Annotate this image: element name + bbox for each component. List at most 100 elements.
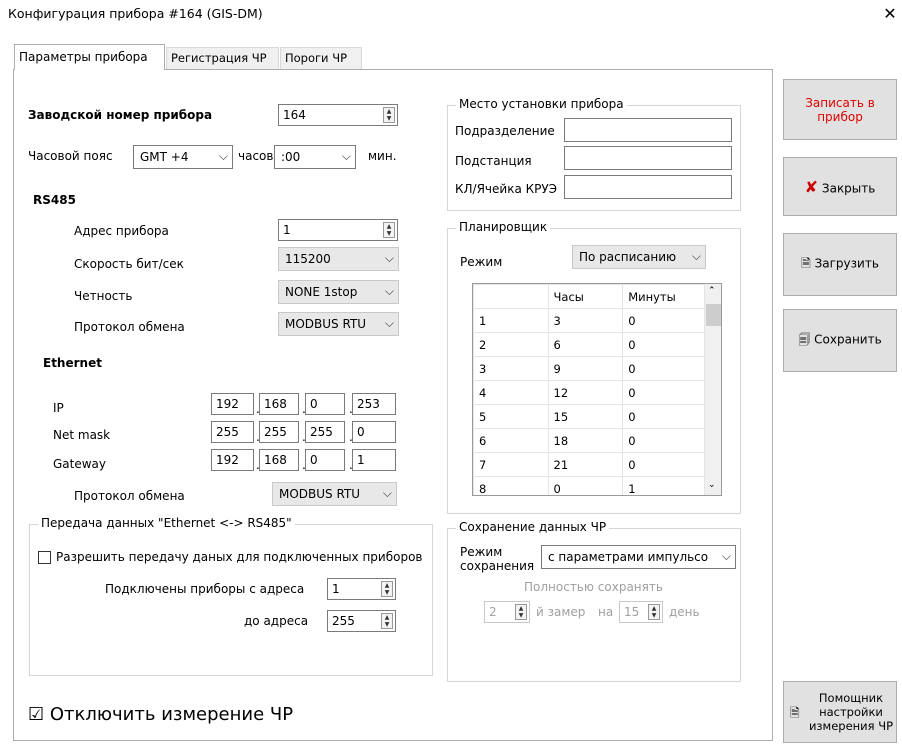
- helper-button[interactable]: 🗎 Помощник настройки измерения ЧР: [783, 681, 897, 743]
- chevron-down-icon: ⌵: [341, 149, 351, 163]
- mask-octet-1[interactable]: 255: [211, 421, 254, 443]
- window-title: Конфигурация прибора #164 (GIS-DM): [8, 6, 263, 21]
- scroll-up-icon[interactable]: ⌃: [708, 286, 716, 296]
- table-row[interactable]: 260: [473, 332, 705, 357]
- spin-arrows-icon[interactable]: ▲ ▼: [383, 222, 395, 238]
- ip-octet-2-value: 168: [264, 397, 287, 411]
- ip-octet-4[interactable]: 253: [352, 393, 396, 415]
- on-label: на: [598, 605, 614, 619]
- table-scrollbar[interactable]: ⌃ ⌄: [705, 284, 721, 495]
- table-header: Часы: [547, 284, 624, 309]
- ip-octet-2[interactable]: 168: [259, 393, 299, 415]
- table-row[interactable]: 801: [473, 476, 705, 495]
- table-cell[interactable]: 21: [547, 452, 624, 477]
- table-cell[interactable]: 6: [547, 332, 624, 357]
- rs485-addr-label: Адрес прибора: [74, 224, 169, 238]
- scroll-thumb[interactable]: [706, 304, 721, 326]
- rs485-proto-select[interactable]: MODBUS RTU ⌵: [278, 312, 399, 336]
- write-device-button[interactable]: Записать в прибор: [783, 79, 897, 140]
- table-row[interactable]: 7 21 0: [473, 452, 705, 477]
- to-addr-stepper[interactable]: 255 ▲ ▼: [327, 610, 396, 632]
- table-row[interactable]: 5 15 0: [473, 404, 705, 429]
- minutes-select[interactable]: :00 ⌵: [274, 145, 356, 169]
- table-cell[interactable]: 18: [547, 428, 624, 453]
- rs485-parity-label: Четность: [74, 289, 133, 303]
- rs485-proto-label: Протокол обмена: [74, 320, 185, 334]
- mask-octet-3[interactable]: 255: [305, 421, 345, 443]
- division-input[interactable]: [564, 118, 732, 142]
- scheduler-mode-select[interactable]: По расписанию ⌵: [572, 245, 706, 269]
- table-cell[interactable]: 0: [622, 428, 705, 453]
- chevron-down-icon: ⌵: [382, 486, 392, 500]
- substation-input[interactable]: [564, 146, 732, 170]
- save-button[interactable]: 🗐 Сохранить: [783, 309, 897, 372]
- table-cell[interactable]: 0: [622, 452, 705, 477]
- ip-octet-3-value: 0: [310, 397, 318, 411]
- table-cell[interactable]: 15: [547, 404, 624, 429]
- gw-octet-2[interactable]: 168: [259, 449, 299, 471]
- table-cell[interactable]: 0: [622, 356, 705, 381]
- cell-input[interactable]: [564, 175, 732, 199]
- rs485-speed-select[interactable]: 115200 ⌵: [278, 247, 399, 271]
- gw-octet-3[interactable]: 0: [305, 449, 345, 471]
- rs485-parity-select[interactable]: NONE 1stop ⌵: [278, 280, 399, 304]
- rs485-addr-stepper[interactable]: 1 ▲ ▼: [278, 219, 398, 241]
- serial-value: 164: [283, 108, 306, 122]
- table-cell: 6: [473, 428, 549, 453]
- table-row[interactable]: 4 12 0: [473, 380, 705, 405]
- table-cell: 1: [473, 308, 549, 333]
- tab-device-params[interactable]: Параметры прибора: [14, 44, 165, 70]
- eth-proto-select[interactable]: MODBUS RTU ⌵: [272, 482, 397, 506]
- serial-stepper[interactable]: 164 ▲ ▼: [278, 104, 398, 126]
- gw-octet-4[interactable]: 1: [352, 449, 396, 471]
- close-window-icon[interactable]: ✕: [880, 4, 900, 24]
- disable-pd-checkbox[interactable]: ☑ Отключить измерение ЧР: [28, 704, 293, 725]
- table-cell[interactable]: 0: [622, 404, 705, 429]
- measure-n-stepper[interactable]: 2 ▲ ▼: [484, 601, 530, 623]
- rs485-addr-value: 1: [283, 223, 291, 237]
- ethernet-title: Ethernet: [43, 356, 102, 370]
- close-button[interactable]: ✘ Закрыть: [783, 157, 897, 216]
- mask-octet-4[interactable]: 0: [352, 421, 396, 443]
- table-row[interactable]: 6 18 0: [473, 428, 705, 453]
- ip-octet-3[interactable]: 0: [305, 393, 345, 415]
- mask-octet-2[interactable]: 255: [259, 421, 299, 443]
- table-cell[interactable]: 9: [547, 356, 624, 381]
- tz-select[interactable]: GMT +4 ⌵: [133, 145, 233, 169]
- table-cell[interactable]: 12: [547, 380, 624, 405]
- table-cell[interactable]: 0: [622, 308, 705, 333]
- scroll-down-icon[interactable]: ⌄: [708, 480, 716, 490]
- save-mode-label: Режим сохранения: [460, 545, 535, 573]
- spin-arrows-icon[interactable]: ▲ ▼: [381, 581, 393, 597]
- table-cell[interactable]: 0: [622, 332, 705, 357]
- from-addr-stepper[interactable]: 1 ▲ ▼: [327, 578, 396, 600]
- table-cell: 5: [473, 404, 549, 429]
- ip-octet-4-value: 253: [357, 397, 380, 411]
- gw-octet-1[interactable]: 192: [211, 449, 254, 471]
- mask-label: Net mask: [53, 428, 111, 442]
- allow-transfer-checkbox[interactable]: [38, 551, 51, 564]
- table-row[interactable]: 130: [473, 308, 705, 333]
- table-cell[interactable]: 1: [622, 476, 705, 495]
- table-cell: 7: [473, 452, 549, 477]
- tab-pd-registration[interactable]: Регистрация ЧР: [166, 47, 279, 69]
- spin-arrows-icon[interactable]: ▲ ▼: [381, 613, 393, 629]
- spin-arrows-icon[interactable]: ▲ ▼: [383, 107, 395, 123]
- eth-proto-value: MODBUS RTU: [279, 487, 361, 501]
- scheduler-mode-label: Режим: [460, 255, 503, 269]
- spin-arrows-icon[interactable]: ▲ ▼: [648, 604, 660, 620]
- hours-label: часов: [238, 149, 274, 163]
- serial-label: Заводской номер прибора: [28, 108, 213, 122]
- tab-pd-thresholds[interactable]: Пороги ЧР: [280, 47, 362, 69]
- load-button[interactable]: 🗎 Загрузить: [783, 233, 897, 296]
- table-cell[interactable]: 0: [547, 476, 624, 495]
- save-mode-select[interactable]: с параметрами импульсо ⌵: [541, 545, 736, 569]
- gw-label: Gateway: [53, 457, 107, 471]
- table-cell[interactable]: 3: [547, 308, 624, 333]
- scheduler-mode-value: По расписанию: [579, 250, 677, 264]
- table-row[interactable]: 390: [473, 356, 705, 381]
- ip-octet-1[interactable]: 192: [211, 393, 254, 415]
- day-stepper[interactable]: 15 ▲ ▼: [619, 601, 663, 623]
- table-cell[interactable]: 0: [622, 380, 705, 405]
- spin-arrows-icon[interactable]: ▲ ▼: [515, 604, 527, 620]
